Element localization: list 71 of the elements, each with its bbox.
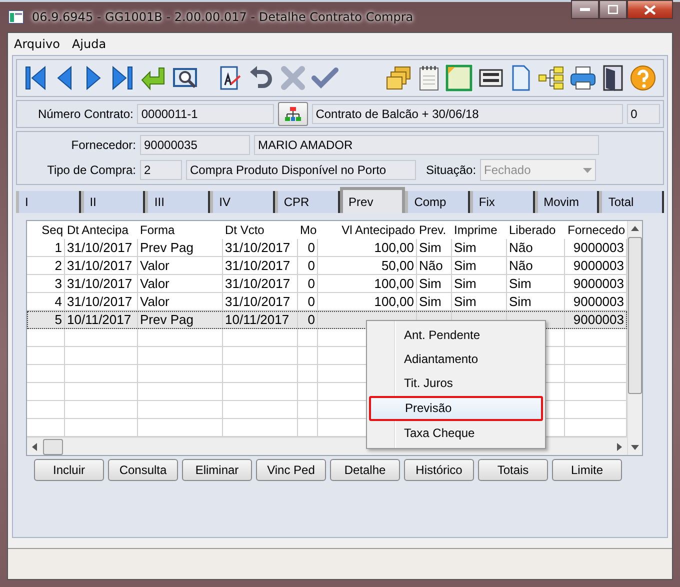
action-button[interactable]: Consulta <box>108 459 178 481</box>
table-cell: 1 <box>27 239 65 257</box>
table-cell: 0 <box>298 275 318 293</box>
table-cell: 31/10/2017 <box>223 275 298 293</box>
field-label: Número Contrato: <box>36 107 134 121</box>
table-cell: 100,00 <box>318 239 417 257</box>
table-cell: Sim <box>507 275 565 293</box>
menu-item[interactable]: Tit. Juros <box>369 372 543 395</box>
table-cell: Sim <box>417 239 452 257</box>
table-cell: Não <box>417 257 452 275</box>
tab[interactable]: CPR <box>274 191 340 213</box>
supplier-code-field[interactable]: 90000035 <box>140 135 250 155</box>
table-cell: Não <box>507 257 565 275</box>
table-cell: 31/10/2017 <box>223 239 298 257</box>
table-cell: Prev Pag <box>138 311 223 329</box>
field-label: Fornecedor: <box>70 138 136 152</box>
table-cell: 0 <box>298 239 318 257</box>
table-cell: Sim <box>452 257 507 275</box>
supplier-name-field[interactable]: MARIO AMADOR <box>254 135 599 155</box>
tab[interactable]: I <box>16 191 81 213</box>
field-label: Situação: <box>426 163 476 177</box>
table-cell: Sim <box>452 239 507 257</box>
field-label: Tipo de Compra: <box>46 163 136 177</box>
contract-number-field[interactable]: 0000011-1 <box>137 104 274 124</box>
table-cell: Não <box>507 239 565 257</box>
table-row[interactable]: 2 31/10/2017 Valor 31/10/2017 0 50,00 Não Sim Não 9000003 <box>27 257 627 275</box>
table-cell: 3 <box>27 275 65 293</box>
tab[interactable]: II <box>80 191 146 213</box>
action-button[interactable]: Totais <box>478 459 548 481</box>
action-button[interactable]: Vinc Ped <box>256 459 326 481</box>
purchase-type-code-field[interactable]: 2 <box>140 160 182 180</box>
table-cell: Valor <box>138 275 223 293</box>
tab[interactable]: Total <box>599 191 664 213</box>
action-button[interactable]: Incluir <box>34 459 104 481</box>
tab[interactable]: Comp <box>405 191 470 213</box>
tab[interactable]: Fix <box>470 191 535 213</box>
table-cell: 31/10/2017 <box>65 239 138 257</box>
contract-description-field[interactable]: Contrato de Balcão + 30/06/18 <box>312 104 623 124</box>
table-cell: Valor <box>138 257 223 275</box>
table-cell: 31/10/2017 <box>223 257 298 275</box>
menu-item[interactable]: Taxa Cheque <box>369 422 543 445</box>
table-cell: 0 <box>298 257 318 275</box>
table-cell: 0 <box>298 311 318 329</box>
purchase-type-field[interactable]: Compra Produto Disponível no Porto <box>186 160 416 180</box>
menu-item[interactable]: Arquivo <box>10 35 64 53</box>
table-cell: 2 <box>27 257 65 275</box>
table-cell: 10/11/2017 <box>223 311 298 329</box>
tab[interactable]: IV <box>210 191 275 213</box>
action-button[interactable]: Histórico <box>404 459 474 481</box>
table-cell: 31/10/2017 <box>65 257 138 275</box>
menu-item[interactable]: Adiantamento <box>369 348 543 371</box>
tab[interactable]: Prev <box>340 187 406 213</box>
window-title: 06.9.6945 - GG1001B - 2.00.00.017 - Detalhe Contrato Compra <box>32 10 414 24</box>
table-cell: 100,00 <box>318 275 417 293</box>
table-row[interactable]: 1 31/10/2017 Prev Pag 31/10/2017 0 100,00 Sim Sim Não 9000003 <box>27 239 627 257</box>
table-cell: 31/10/2017 <box>65 275 138 293</box>
tab[interactable]: III <box>145 191 210 213</box>
table-cell: Prev Pag <box>138 239 223 257</box>
menu-item[interactable]: Ajuda <box>68 35 110 53</box>
table-cell: 10/11/2017 <box>65 311 138 329</box>
tab[interactable]: Movim <box>534 191 600 213</box>
action-button[interactable]: Limite <box>552 459 622 481</box>
table-row[interactable]: 3 31/10/2017 Valor 31/10/2017 0 100,00 Sim Sim Sim 9000003 <box>27 275 627 293</box>
action-button[interactable]: Detalhe <box>330 459 400 481</box>
table-cell: Sim <box>452 275 507 293</box>
menu-item[interactable]: Previsão <box>369 396 543 421</box>
table-cell: 50,00 <box>318 257 417 275</box>
table-cell: 5 <box>27 311 65 329</box>
table-cell: Sim <box>417 275 452 293</box>
count-field[interactable]: 0 <box>626 104 660 124</box>
action-button[interactable]: Eliminar <box>182 459 252 481</box>
